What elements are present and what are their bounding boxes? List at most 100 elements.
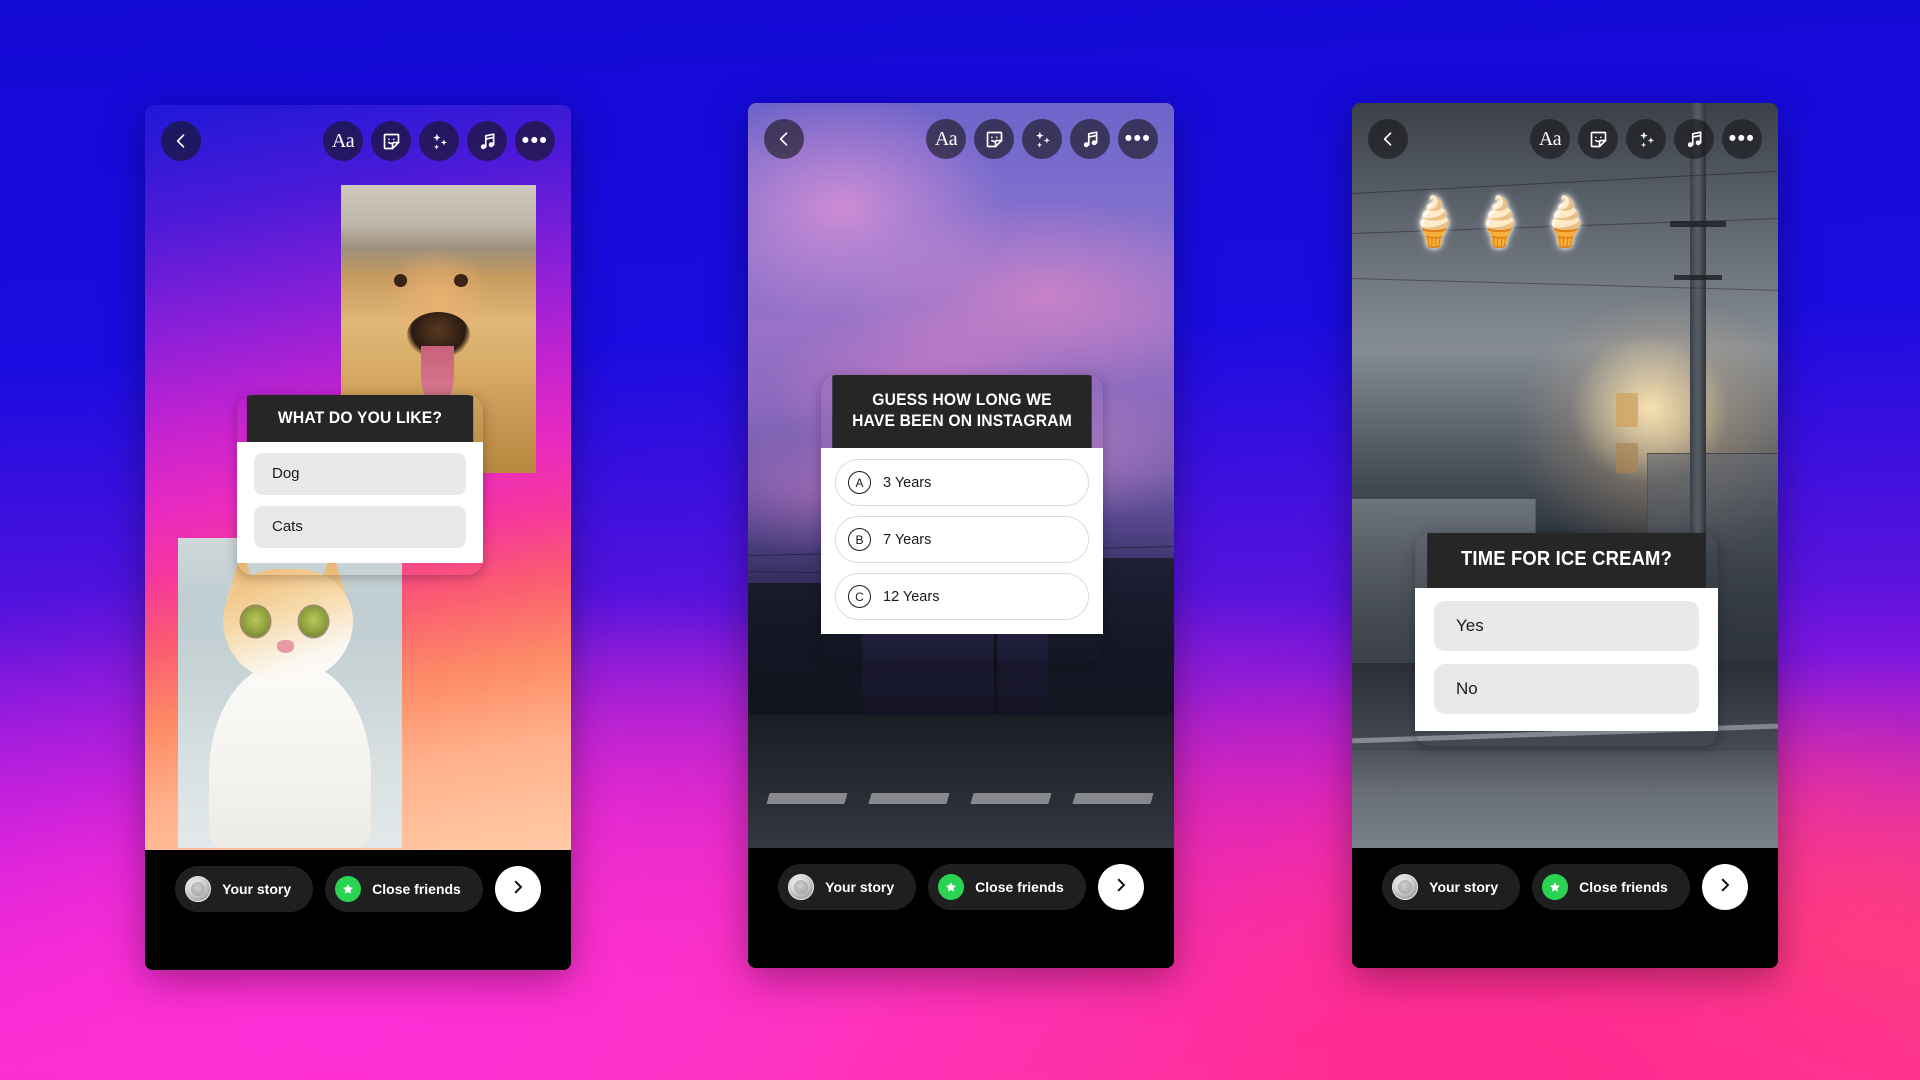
music-tool-button[interactable] <box>1070 119 1110 159</box>
poll-option-label: No <box>1456 679 1478 698</box>
more-horizontal-icon: ••• <box>521 128 549 152</box>
poll-option-1[interactable]: No <box>1434 664 1699 714</box>
quiz-option-a[interactable]: A 3 Years <box>835 459 1089 507</box>
chevron-left-icon <box>1378 129 1398 149</box>
crosswalk-stripe <box>766 793 848 804</box>
music-tool-button[interactable] <box>1674 119 1714 159</box>
effects-tool-button[interactable] <box>1626 119 1666 159</box>
text-icon: Aa <box>331 130 355 152</box>
dog-eye-right <box>454 274 468 288</box>
poll-option-label: Yes <box>1456 616 1484 635</box>
back-button[interactable] <box>161 121 201 161</box>
close-friends-star-icon <box>938 874 965 900</box>
quiz-option-letter: A <box>848 471 871 495</box>
chevron-left-icon <box>171 131 191 151</box>
chevron-right-icon <box>509 878 527 901</box>
music-note-icon <box>1080 129 1101 150</box>
sticker-smiley-icon <box>1588 129 1609 150</box>
chevron-left-icon <box>774 129 794 149</box>
close-friends-label: Close friends <box>372 881 461 897</box>
poll-sticker[interactable]: TIME FOR ICE CREAM? Yes No <box>1415 533 1718 746</box>
your-story-label: Your story <box>222 881 292 897</box>
story-toolbar: Aa ••• <box>1352 103 1778 175</box>
dog-eye-left <box>393 274 408 288</box>
text-tool-button[interactable]: Aa <box>323 121 363 161</box>
close-friends-label: Close friends <box>1579 879 1668 895</box>
quiz-option-b[interactable]: B 7 Years <box>835 516 1089 564</box>
phone-mockup-quiz: GUESS HOW LONG WE HAVE BEEN ON INSTAGRAM… <box>748 103 1174 968</box>
story-canvas-quiz[interactable]: GUESS HOW LONG WE HAVE BEEN ON INSTAGRAM… <box>748 103 1174 848</box>
back-button[interactable] <box>764 119 804 159</box>
pole-crossarm-2 <box>1674 275 1722 280</box>
quiz-option-letter: B <box>848 528 871 552</box>
poll-option-label: Cats <box>272 518 303 536</box>
story-share-bar: Your story Close friends <box>1352 848 1778 968</box>
quiz-option-label: 7 Years <box>883 531 932 548</box>
story-toolbar: Aa ••• <box>748 103 1174 175</box>
poll-sticker[interactable]: WHAT DO YOU LIKE? Dog Cats <box>237 395 483 575</box>
sticker-smiley-icon <box>984 129 1005 150</box>
back-button[interactable] <box>1368 119 1408 159</box>
next-button[interactable] <box>1097 864 1144 910</box>
quiz-option-c[interactable]: C 12 Years <box>835 573 1089 621</box>
music-tool-button[interactable] <box>467 121 507 161</box>
poll-question: TIME FOR ICE CREAM? <box>1427 533 1706 588</box>
close-friends-button[interactable]: Close friends <box>325 866 483 912</box>
music-note-icon <box>477 131 498 152</box>
more-options-button[interactable]: ••• <box>1118 119 1158 159</box>
sticker-tool-button[interactable] <box>974 119 1014 159</box>
story-canvas-ice-cream[interactable]: 🍦 🍦 🍦 TIME FOR ICE CREAM? Yes No Aa ••• <box>1352 103 1778 848</box>
crosswalk-stripe <box>1072 793 1154 804</box>
quiz-option-label: 3 Years <box>883 474 932 491</box>
your-story-button[interactable]: Your story <box>175 866 314 912</box>
text-tool-button[interactable]: Aa <box>926 119 966 159</box>
quiz-sticker[interactable]: GUESS HOW LONG WE HAVE BEEN ON INSTAGRAM… <box>821 375 1103 663</box>
poll-options: Dog Cats <box>237 441 483 563</box>
cat-body <box>209 662 371 848</box>
poll-option-0[interactable]: Yes <box>1434 601 1699 651</box>
sticker-tool-button[interactable] <box>371 121 411 161</box>
effects-tool-button[interactable] <box>419 121 459 161</box>
story-share-bar: Your story Close friends <box>145 850 571 970</box>
story-canvas-poll[interactable]: WHAT DO YOU LIKE? Dog Cats Aa ••• <box>145 105 571 850</box>
quiz-question: GUESS HOW LONG WE HAVE BEEN ON INSTAGRAM <box>832 375 1092 449</box>
phone-mockup-poll: WHAT DO YOU LIKE? Dog Cats Aa ••• Your s… <box>145 105 571 970</box>
cat-nose <box>276 640 295 653</box>
road-surface <box>748 715 1174 848</box>
music-note-icon <box>1684 129 1705 150</box>
quiz-options: A 3 Years B 7 Years C 12 Years <box>821 448 1103 635</box>
more-horizontal-icon: ••• <box>1728 126 1756 150</box>
close-friends-star-icon <box>335 876 362 902</box>
ice-cream-emoji-row[interactable]: 🍦 🍦 🍦 <box>1404 199 1595 247</box>
poll-question: WHAT DO YOU LIKE? <box>246 395 474 442</box>
poll-option-1[interactable]: Cats <box>254 505 466 548</box>
chevron-right-icon <box>1716 876 1734 899</box>
sparkles-icon <box>1032 129 1053 150</box>
cat-photo[interactable] <box>178 538 402 848</box>
close-friends-button[interactable]: Close friends <box>928 864 1086 910</box>
quiz-option-label: 12 Years <box>883 588 940 605</box>
close-friends-button[interactable]: Close friends <box>1532 864 1690 910</box>
next-button[interactable] <box>1701 864 1748 910</box>
ice-cream-icon[interactable]: 🍦 <box>1536 199 1596 247</box>
sign-box <box>1616 393 1638 427</box>
poll-option-label: Dog <box>272 465 300 483</box>
avatar <box>1392 874 1419 900</box>
poll-options: Yes No <box>1415 588 1718 731</box>
more-options-button[interactable]: ••• <box>1722 119 1762 159</box>
text-tool-button[interactable]: Aa <box>1530 119 1570 159</box>
more-options-button[interactable]: ••• <box>515 121 555 161</box>
next-button[interactable] <box>494 866 541 912</box>
your-story-button[interactable]: Your story <box>1382 864 1521 910</box>
ice-cream-icon[interactable]: 🍦 <box>1470 199 1530 247</box>
quiz-option-letter: C <box>848 585 871 609</box>
ice-cream-icon[interactable]: 🍦 <box>1404 199 1464 247</box>
sticker-tool-button[interactable] <box>1578 119 1618 159</box>
more-horizontal-icon: ••• <box>1124 126 1152 150</box>
your-story-button[interactable]: Your story <box>778 864 917 910</box>
sticker-smiley-icon <box>381 131 402 152</box>
phone-mockup-ice-cream: 🍦 🍦 🍦 TIME FOR ICE CREAM? Yes No Aa ••• … <box>1352 103 1778 968</box>
effects-tool-button[interactable] <box>1022 119 1062 159</box>
poll-option-0[interactable]: Dog <box>254 452 466 495</box>
text-icon: Aa <box>934 128 958 150</box>
